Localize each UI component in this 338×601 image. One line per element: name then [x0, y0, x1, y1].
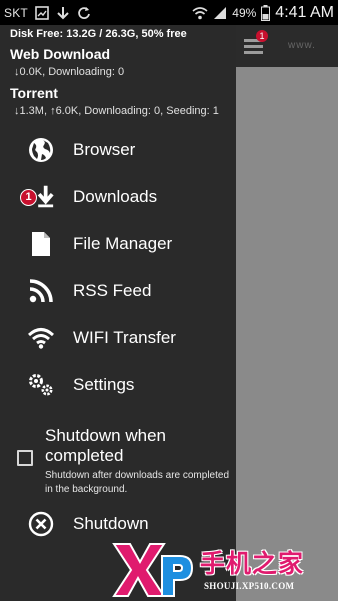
web-download-stats: ↓0.0K, Downloading: 0 [14, 66, 125, 78]
watermark-url: SHOUJI.XP510.COM [204, 581, 295, 591]
battery-percent: 49% [232, 5, 257, 20]
nav-item-wifi-transfer[interactable]: WIFI Transfer [0, 316, 236, 360]
torrent-stats: ↓1.3M, ↑6.0K, Downloading: 0, Seeding: 1 [14, 105, 219, 117]
globe-icon [27, 136, 55, 164]
close-circle-icon [27, 510, 55, 538]
download-arrow-icon [57, 6, 69, 19]
nav-item-settings[interactable]: Settings [0, 363, 236, 407]
file-icon [27, 230, 55, 258]
downloads-badge: 1 [20, 189, 37, 206]
shutdown-when-completed-checkbox[interactable] [17, 450, 33, 466]
wifi-icon [27, 324, 55, 352]
nav-item-file-manager[interactable]: File Manager [0, 222, 236, 266]
battery-icon [261, 4, 271, 21]
clock: 4:41 AM [275, 3, 334, 21]
app-title: www. [288, 40, 316, 51]
nav-label-downloads: Downloads [73, 187, 158, 206]
signal-icon [214, 6, 227, 19]
web-download-title: Web Download [10, 46, 111, 62]
torrent-title: Torrent [10, 85, 58, 101]
nav-label-wifi-transfer: WIFI Transfer [73, 328, 176, 347]
sync-icon [78, 6, 90, 19]
nav-label-settings: Settings [73, 375, 135, 394]
nav-label-browser: Browser [73, 140, 136, 159]
shutdown-option-title[interactable]: Shutdown when completed [45, 426, 225, 466]
notification-badge: 1 [256, 30, 268, 42]
menu-button[interactable]: 1 [243, 30, 269, 59]
disk-info: Disk Free: 13.2G / 26.3G, 50% free [10, 28, 187, 40]
nav-label-rss-feed: RSS Feed [73, 281, 152, 300]
watermark: 手机之家 SHOUJI.XP510.COM [112, 540, 338, 601]
shutdown-option-description: Shutdown after downloads are completed i… [45, 470, 230, 495]
nav-label-file-manager: File Manager [73, 234, 173, 253]
wifi-icon [192, 6, 208, 19]
nav-item-browser[interactable]: Browser [0, 128, 236, 172]
xp-logo [112, 543, 194, 597]
rss-icon [27, 277, 55, 305]
image-icon [35, 5, 49, 20]
gears-icon [27, 371, 55, 399]
watermark-text: 手机之家 [200, 549, 305, 578]
carrier-label: SKT [4, 5, 28, 20]
nav-label-shutdown: Shutdown [73, 514, 149, 533]
status-bar: SKT 49% 4:41 AM [0, 0, 338, 25]
nav-item-downloads[interactable]: 1 Downloads [0, 175, 236, 219]
nav-item-rss-feed[interactable]: RSS Feed [0, 269, 236, 313]
